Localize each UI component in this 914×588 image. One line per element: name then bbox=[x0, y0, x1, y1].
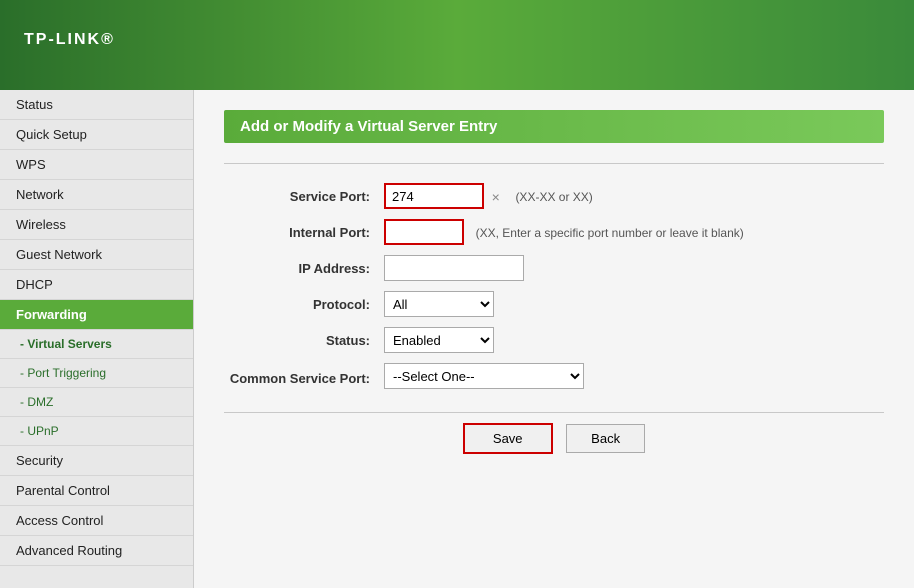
internal-port-label: Internal Port: bbox=[224, 214, 384, 250]
sidebar-item-port-triggering[interactable]: - Port Triggering bbox=[0, 359, 193, 388]
sidebar-item-dmz[interactable]: - DMZ bbox=[0, 388, 193, 417]
ip-address-label: IP Address: bbox=[224, 250, 384, 286]
internal-port-input[interactable] bbox=[384, 219, 464, 245]
internal-port-row: Internal Port: (XX, Enter a specific por… bbox=[224, 214, 884, 250]
sidebar-item-quick-setup[interactable]: Quick Setup bbox=[0, 120, 193, 150]
sidebar-item-status[interactable]: Status bbox=[0, 90, 193, 120]
sidebar-item-advanced-routing[interactable]: Advanced Routing bbox=[0, 536, 193, 566]
service-port-hint: (XX-XX or XX) bbox=[515, 190, 592, 204]
content-area: Add or Modify a Virtual Server Entry Ser… bbox=[194, 90, 914, 588]
logo: TP-LINK® bbox=[24, 24, 115, 66]
sidebar-item-guest-network[interactable]: Guest Network bbox=[0, 240, 193, 270]
common-service-select[interactable]: --Select One--FTPHTTPHTTPSSMTPPOP3DNSTEL… bbox=[384, 363, 584, 389]
sidebar-item-wps[interactable]: WPS bbox=[0, 150, 193, 180]
service-port-input[interactable] bbox=[384, 183, 484, 209]
header: TP-LINK® bbox=[0, 0, 914, 90]
protocol-field: AllTCPUDPTCP/UDP bbox=[384, 286, 884, 322]
service-port-label: Service Port: bbox=[224, 178, 384, 214]
status-row: Status: EnabledDisabled bbox=[224, 322, 884, 358]
sidebar-item-dhcp[interactable]: DHCP bbox=[0, 270, 193, 300]
service-port-row: Service Port: × (XX-XX or XX) bbox=[224, 178, 884, 214]
common-service-field: --Select One--FTPHTTPHTTPSSMTPPOP3DNSTEL… bbox=[384, 358, 884, 394]
service-port-clear-button[interactable]: × bbox=[488, 189, 504, 205]
common-service-row: Common Service Port: --Select One--FTPHT… bbox=[224, 358, 884, 394]
protocol-row: Protocol: AllTCPUDPTCP/UDP bbox=[224, 286, 884, 322]
sidebar-item-wireless[interactable]: Wireless bbox=[0, 210, 193, 240]
back-button[interactable]: Back bbox=[566, 424, 645, 453]
status-field: EnabledDisabled bbox=[384, 322, 884, 358]
ip-address-row: IP Address: bbox=[224, 250, 884, 286]
protocol-select[interactable]: AllTCPUDPTCP/UDP bbox=[384, 291, 494, 317]
logo-mark: ® bbox=[101, 31, 115, 48]
status-label: Status: bbox=[224, 322, 384, 358]
common-service-label: Common Service Port: bbox=[224, 358, 384, 394]
save-button[interactable]: Save bbox=[463, 423, 553, 454]
page-title: Add or Modify a Virtual Server Entry bbox=[224, 110, 884, 143]
service-port-field: × (XX-XX or XX) bbox=[384, 178, 884, 214]
sidebar-item-security[interactable]: Security bbox=[0, 446, 193, 476]
divider-top bbox=[224, 163, 884, 164]
ip-address-input[interactable] bbox=[384, 255, 524, 281]
form-table: Service Port: × (XX-XX or XX) Internal P… bbox=[224, 178, 884, 394]
ip-address-field bbox=[384, 250, 884, 286]
protocol-label: Protocol: bbox=[224, 286, 384, 322]
sidebar: StatusQuick SetupWPSNetworkWirelessGuest… bbox=[0, 90, 194, 588]
sidebar-item-network[interactable]: Network bbox=[0, 180, 193, 210]
main-layout: StatusQuick SetupWPSNetworkWirelessGuest… bbox=[0, 90, 914, 588]
internal-port-field: (XX, Enter a specific port number or lea… bbox=[384, 214, 884, 250]
internal-port-hint: (XX, Enter a specific port number or lea… bbox=[476, 226, 744, 240]
sidebar-item-parental-control[interactable]: Parental Control bbox=[0, 476, 193, 506]
sidebar-item-access-control[interactable]: Access Control bbox=[0, 506, 193, 536]
sidebar-item-forwarding[interactable]: Forwarding bbox=[0, 300, 193, 330]
button-row: Save Back bbox=[224, 412, 884, 454]
status-select[interactable]: EnabledDisabled bbox=[384, 327, 494, 353]
sidebar-item-virtual-servers[interactable]: - Virtual Servers bbox=[0, 330, 193, 359]
sidebar-item-upnp[interactable]: - UPnP bbox=[0, 417, 193, 446]
